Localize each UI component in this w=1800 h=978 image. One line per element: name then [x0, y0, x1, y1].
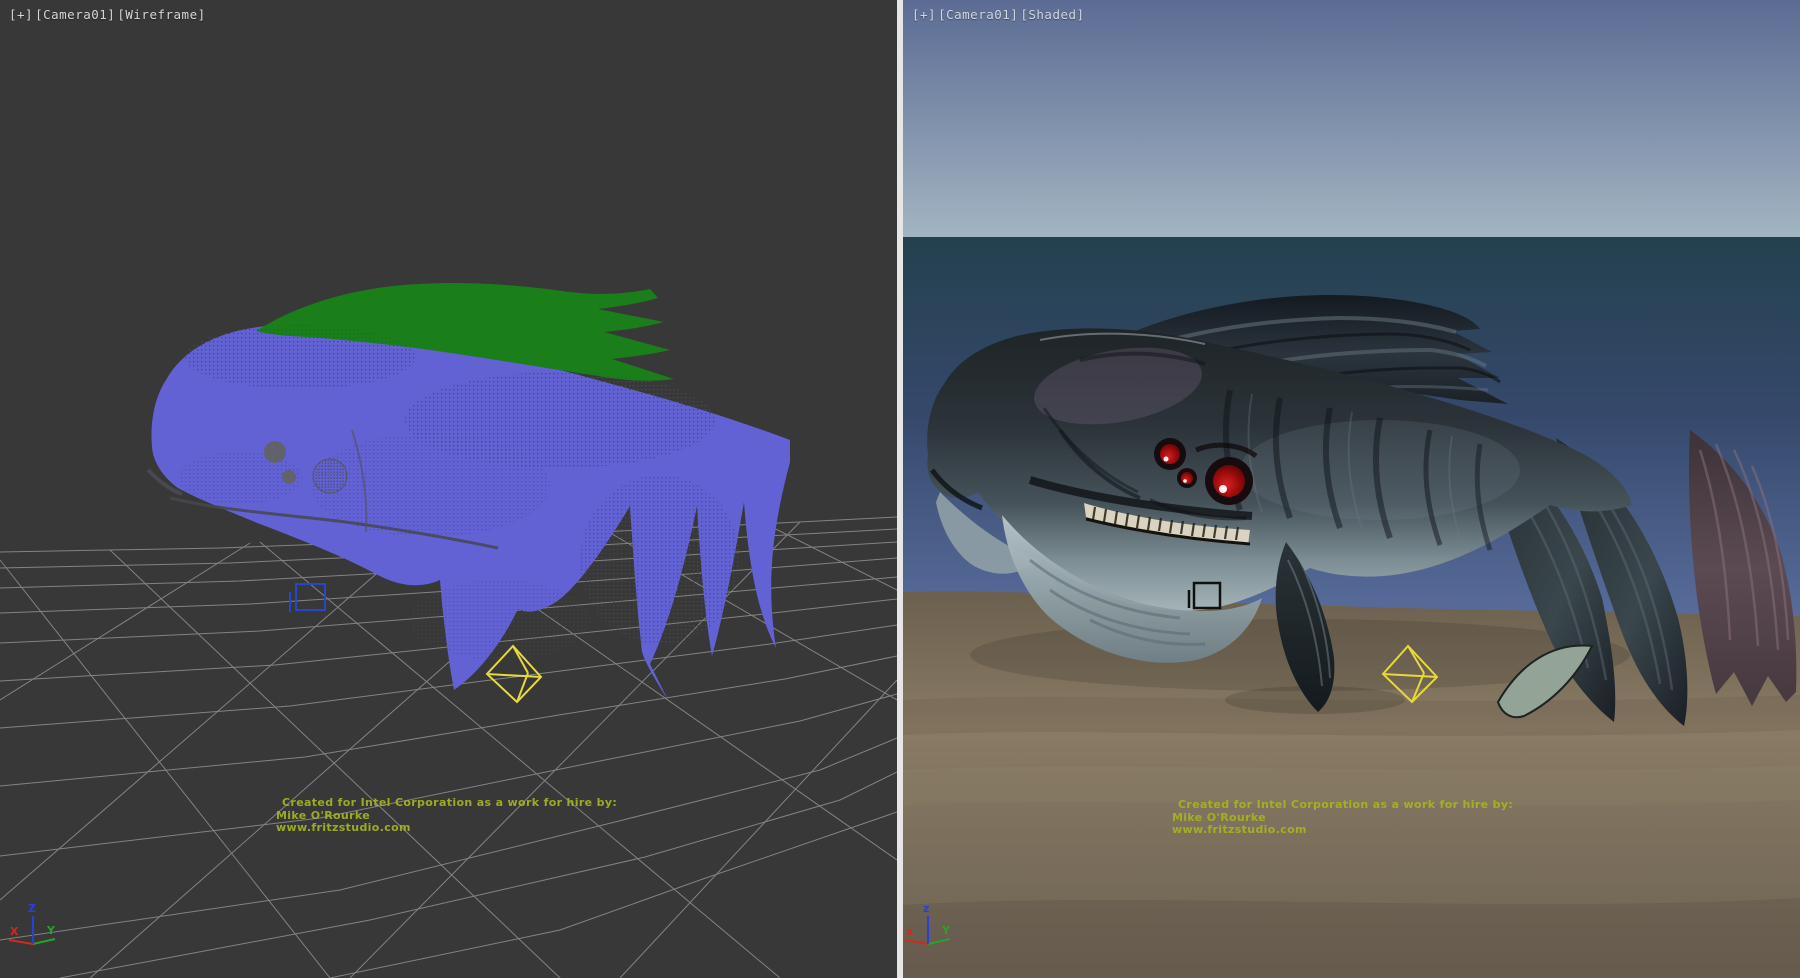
fish-eye-upper-wire	[264, 441, 286, 463]
watermark-right: Created for Intel Corporation as a work …	[1172, 799, 1513, 837]
fish-eye-tiny	[1181, 472, 1193, 484]
axis-z-label-right: z	[923, 902, 929, 915]
viewport-wireframe[interactable]: [+][Camera01][Wireframe]	[0, 0, 897, 978]
axis-y-label-right: Y	[941, 924, 951, 937]
watermark-line3: www.fritzstudio.com	[276, 822, 617, 835]
sky	[903, 0, 1800, 237]
dual-viewport-stage: [+][Camera01][Wireframe]	[0, 0, 1800, 978]
viewport-menu-general[interactable]: [+]	[912, 7, 936, 22]
fish-eye-small-wire	[282, 470, 296, 484]
watermark-line1: Created for Intel Corporation as a work …	[276, 797, 617, 810]
axis-z-label-left: Z	[28, 902, 36, 915]
watermark-left: Created for Intel Corporation as a work …	[276, 797, 617, 835]
viewport-menu-pov[interactable]: [Camera01]	[35, 7, 115, 22]
viewport-label-left: [+][Camera01][Wireframe]	[9, 7, 208, 22]
bone-box-helper-left[interactable]	[290, 584, 325, 612]
fish-model-wireframe[interactable]	[148, 283, 790, 700]
fish-eye-upper	[1160, 444, 1180, 464]
axis-y-label-left: Y	[46, 924, 56, 937]
viewport-menu-shading[interactable]: [Wireframe]	[117, 7, 205, 22]
axis-x-label-left: X	[10, 925, 19, 938]
watermark-line1: Created for Intel Corporation as a work …	[1172, 799, 1513, 812]
axis-tripod-left: X Y Z	[9, 902, 56, 944]
viewport-menu-general[interactable]: [+]	[9, 7, 33, 22]
viewport-shaded[interactable]: [+][Camera01][Shaded]	[903, 0, 1800, 978]
watermark-line3: www.fritzstudio.com	[1172, 824, 1513, 837]
fish-eye-big	[1213, 465, 1245, 497]
viewport-menu-pov[interactable]: [Camera01]	[938, 7, 1018, 22]
fish-eye-big-wire	[313, 459, 347, 493]
viewport-menu-shading[interactable]: [Shaded]	[1020, 7, 1084, 22]
axis-x-label-right: x	[906, 925, 913, 938]
viewport-label-right: [+][Camera01][Shaded]	[912, 7, 1087, 22]
